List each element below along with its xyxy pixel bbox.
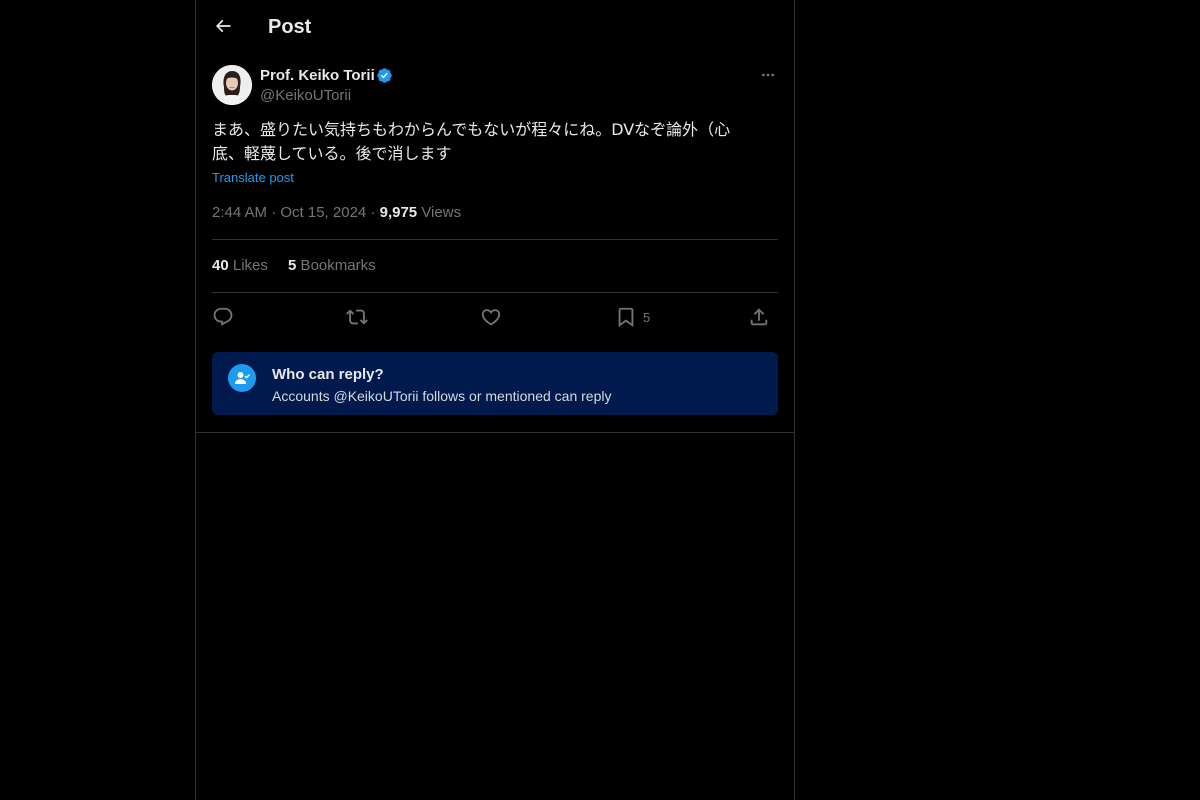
repost-button[interactable] (346, 303, 368, 331)
bookmarks-stat[interactable]: 5 Bookmarks (288, 257, 376, 274)
divider (212, 239, 778, 240)
back-button[interactable] (210, 13, 236, 39)
who-can-reply-banner: Who can reply? Accounts @KeikoUTorii fol… (212, 352, 778, 415)
avatar-image (212, 65, 252, 105)
page-title: Post (268, 16, 312, 38)
who-can-reply-title: Who can reply? (272, 366, 384, 383)
more-icon (762, 73, 774, 77)
avatar[interactable] (212, 65, 252, 105)
author-handle[interactable]: @KeikoUTorii (260, 86, 351, 105)
divider (212, 292, 778, 293)
reply-icon (213, 307, 233, 326)
post-author: Prof. Keiko Torii @KeikoUTorii (212, 65, 778, 105)
share-button[interactable] (748, 303, 770, 331)
likes-stat[interactable]: 40 Likes (212, 257, 268, 274)
like-button[interactable] (480, 303, 502, 331)
like-icon (481, 309, 501, 326)
reply-button[interactable] (212, 303, 234, 331)
page-header: Post (196, 0, 794, 53)
bookmark-button[interactable]: 5 (615, 303, 650, 331)
meta-separator: · (366, 204, 380, 221)
post-stats: 40 Likes 5 Bookmarks (212, 256, 392, 275)
post-text: まあ、盛りたい気持ちもわからんでもないが程々にね。DVなぞ論外（心 底、軽蔑して… (212, 120, 731, 163)
views-count: 9,975 (379, 204, 418, 221)
primary-column: Post Prof. Keiko Torii @KeikoUTorii まあ、盛… (195, 0, 795, 800)
likes-count: 40 (212, 257, 229, 274)
translate-post-link[interactable]: Translate post (212, 170, 294, 186)
author-name[interactable]: Prof. Keiko Torii (260, 66, 375, 85)
likes-label: Likes (228, 257, 268, 274)
bookmark-count: 5 (643, 309, 651, 325)
divider (196, 432, 794, 433)
bookmarks-label: Bookmarks (296, 257, 376, 274)
repost-icon (346, 309, 368, 325)
bookmark-icon (618, 307, 634, 328)
more-options-button[interactable] (758, 65, 778, 85)
who-can-reply-description: Accounts @KeikoUTorii follows or mention… (272, 388, 612, 404)
action-bar: 5 (212, 303, 778, 331)
back-arrow-icon (215, 19, 231, 33)
verified-badge-icon (377, 68, 392, 83)
person-check-icon (228, 364, 256, 392)
post-timestamp[interactable]: 2:44 AM · Oct 15, 2024 (212, 204, 366, 221)
post-meta: 2:44 AM · Oct 15, 2024 · 9,975 Views (212, 203, 461, 222)
views-label: Views (417, 204, 462, 221)
share-icon (750, 308, 768, 326)
